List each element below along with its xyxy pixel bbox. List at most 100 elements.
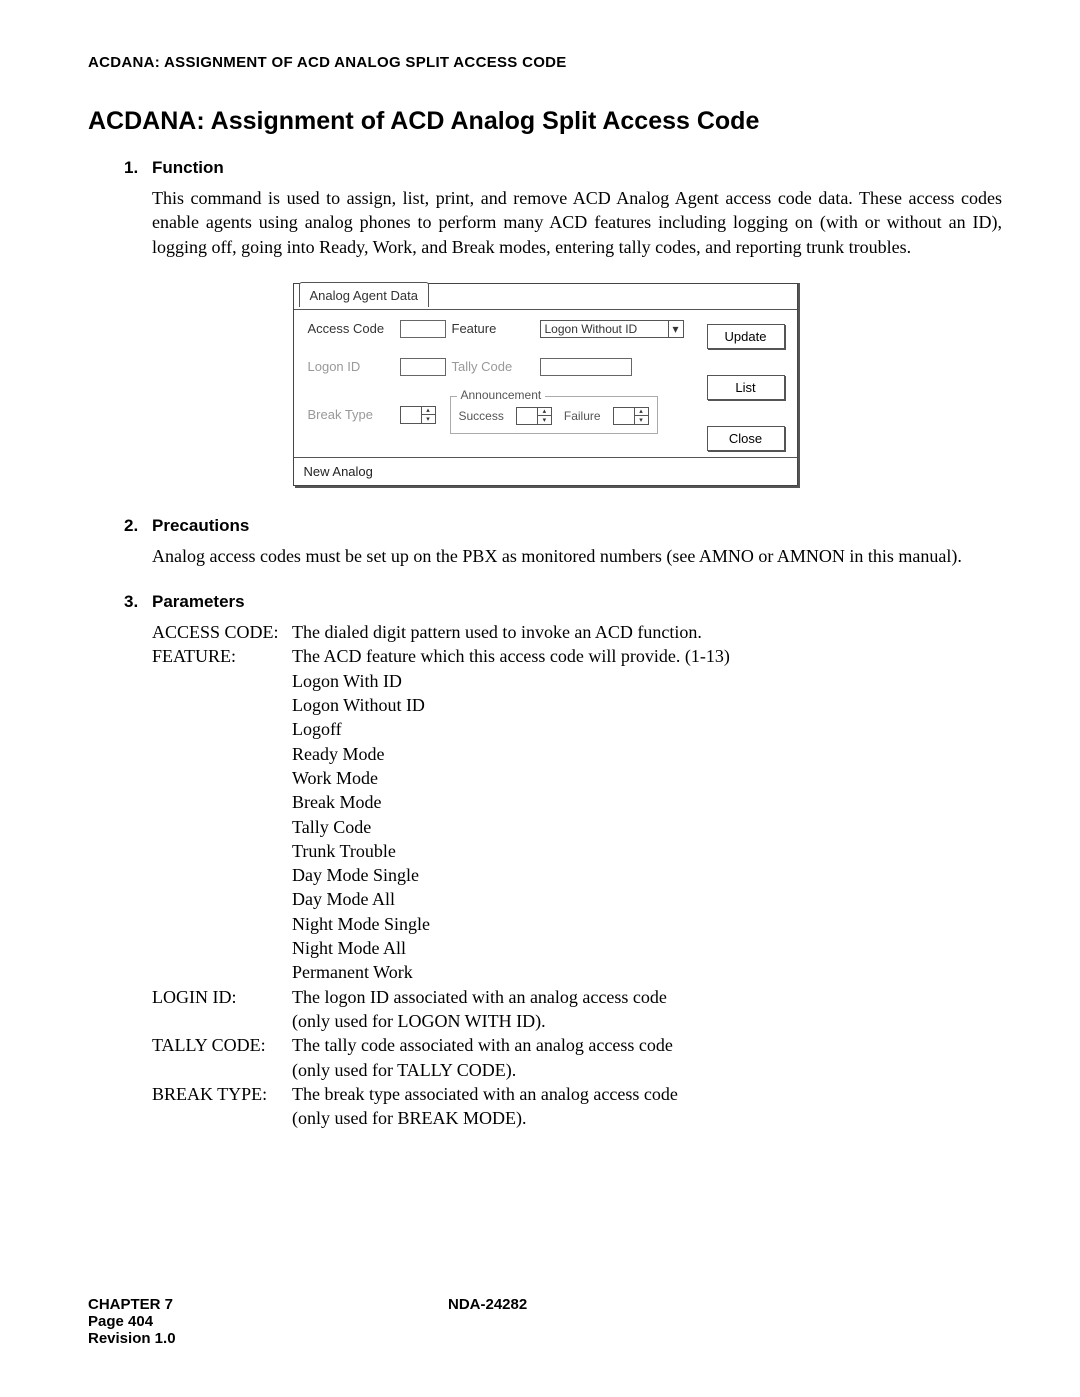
footer-docnum: NDA-24282	[448, 1296, 1002, 1313]
param-desc: Day Mode All	[292, 887, 1002, 911]
param-name	[152, 1106, 292, 1130]
label-tally-code: Tally Code	[446, 359, 540, 374]
param-row: LOGIN ID:The logon ID associated with an…	[152, 985, 1002, 1009]
param-desc: The ACD feature which this access code w…	[292, 644, 1002, 668]
param-row: Trunk Trouble	[152, 839, 1002, 863]
chevron-down-icon: ▾	[422, 415, 435, 423]
param-name	[152, 912, 292, 936]
param-desc: Ready Mode	[292, 742, 1002, 766]
param-name: LOGIN ID:	[152, 985, 292, 1009]
section-heading-parameters: 3. Parameters	[88, 592, 1002, 612]
chevron-down-icon: ▾	[668, 321, 683, 337]
section-title: Precautions	[152, 516, 249, 536]
param-desc: The logon ID associated with an analog a…	[292, 985, 1002, 1009]
analog-agent-dialog: Analog Agent Data Access Code Feature Lo…	[293, 283, 798, 486]
section-heading-function: 1. Function	[88, 158, 1002, 178]
function-body: This command is used to assign, list, pr…	[88, 186, 1002, 259]
update-button[interactable]: Update	[707, 324, 785, 349]
close-button[interactable]: Close	[707, 426, 785, 451]
param-row: Logon Without ID	[152, 693, 1002, 717]
feature-combo[interactable]: Logon Without ID ▾	[540, 320, 684, 338]
param-desc: Tally Code	[292, 815, 1002, 839]
footer-revision: Revision 1.0	[88, 1330, 448, 1347]
parameter-list: ACCESS CODE:The dialed digit pattern use…	[88, 620, 1002, 1130]
label-logon-id: Logon ID	[308, 359, 400, 374]
param-name	[152, 887, 292, 911]
param-row: Tally Code	[152, 815, 1002, 839]
section-title: Parameters	[152, 592, 245, 612]
param-row: Logoff	[152, 717, 1002, 741]
param-row: Day Mode Single	[152, 863, 1002, 887]
failure-stepper[interactable]: ▴▾	[613, 407, 649, 425]
logon-id-input[interactable]	[400, 358, 446, 376]
param-row: Work Mode	[152, 766, 1002, 790]
param-row: ACCESS CODE:The dialed digit pattern use…	[152, 620, 1002, 644]
list-button[interactable]: List	[707, 375, 785, 400]
param-row: Night Mode Single	[152, 912, 1002, 936]
param-desc: (only used for BREAK MODE).	[292, 1106, 1002, 1130]
param-row: Permanent Work	[152, 960, 1002, 984]
param-row: Night Mode All	[152, 936, 1002, 960]
param-name: TALLY CODE:	[152, 1033, 292, 1057]
param-name	[152, 936, 292, 960]
param-row: FEATURE:The ACD feature which this acces…	[152, 644, 1002, 668]
param-desc: Logon With ID	[292, 669, 1002, 693]
precautions-body: Analog access codes must be set up on th…	[88, 544, 1002, 568]
section-number: 3.	[88, 592, 152, 612]
param-name: ACCESS CODE:	[152, 620, 292, 644]
param-name	[152, 742, 292, 766]
param-desc: The dialed digit pattern used to invoke …	[292, 620, 1002, 644]
footer-page: Page 404	[88, 1313, 448, 1330]
page-header: ACDANA: ASSIGNMENT OF ACD ANALOG SPLIT A…	[88, 54, 1002, 71]
status-bar: New Analog	[294, 457, 797, 485]
param-name	[152, 815, 292, 839]
param-row: (only used for LOGON WITH ID).	[152, 1009, 1002, 1033]
section-number: 2.	[88, 516, 152, 536]
param-desc: Night Mode All	[292, 936, 1002, 960]
page-title: ACDANA: Assignment of ACD Analog Split A…	[88, 107, 1002, 136]
param-name	[152, 766, 292, 790]
section-number: 1.	[88, 158, 152, 178]
param-desc: Day Mode Single	[292, 863, 1002, 887]
tally-code-input[interactable]	[540, 358, 632, 376]
announcement-group: Announcement Success ▴▾ Failure ▴▾	[450, 396, 658, 434]
section-title: Function	[152, 158, 224, 178]
chevron-up-icon: ▴	[422, 407, 435, 416]
param-name	[152, 863, 292, 887]
chevron-up-icon: ▴	[538, 408, 551, 417]
param-name	[152, 669, 292, 693]
param-name: FEATURE:	[152, 644, 292, 668]
chevron-down-icon: ▾	[538, 416, 551, 424]
param-row: (only used for BREAK MODE).	[152, 1106, 1002, 1130]
feature-combo-value: Logon Without ID	[545, 322, 638, 336]
break-type-stepper[interactable]: ▴▾	[400, 406, 436, 424]
param-row: TALLY CODE:The tally code associated wit…	[152, 1033, 1002, 1057]
label-announcement: Announcement	[457, 388, 546, 402]
param-row: Ready Mode	[152, 742, 1002, 766]
param-desc: Logon Without ID	[292, 693, 1002, 717]
success-stepper[interactable]: ▴▾	[516, 407, 552, 425]
param-desc: The tally code associated with an analog…	[292, 1033, 1002, 1057]
label-access-code: Access Code	[308, 321, 400, 336]
access-code-input[interactable]	[400, 320, 446, 338]
param-row: Logon With ID	[152, 669, 1002, 693]
param-row: Break Mode	[152, 790, 1002, 814]
chevron-up-icon: ▴	[635, 408, 648, 417]
section-heading-precautions: 2. Precautions	[88, 516, 1002, 536]
param-name	[152, 960, 292, 984]
param-name	[152, 1009, 292, 1033]
label-failure: Failure	[564, 409, 601, 423]
param-desc: Trunk Trouble	[292, 839, 1002, 863]
param-desc: The break type associated with an analog…	[292, 1082, 1002, 1106]
label-success: Success	[459, 409, 504, 423]
param-row: Day Mode All	[152, 887, 1002, 911]
param-desc: Night Mode Single	[292, 912, 1002, 936]
param-desc: Permanent Work	[292, 960, 1002, 984]
param-name: BREAK TYPE:	[152, 1082, 292, 1106]
param-desc: (only used for TALLY CODE).	[292, 1058, 1002, 1082]
footer-chapter: CHAPTER 7	[88, 1296, 448, 1313]
tab-analog-agent-data[interactable]: Analog Agent Data	[299, 282, 429, 307]
param-name	[152, 1058, 292, 1082]
param-desc: Break Mode	[292, 790, 1002, 814]
label-feature: Feature	[446, 321, 540, 336]
